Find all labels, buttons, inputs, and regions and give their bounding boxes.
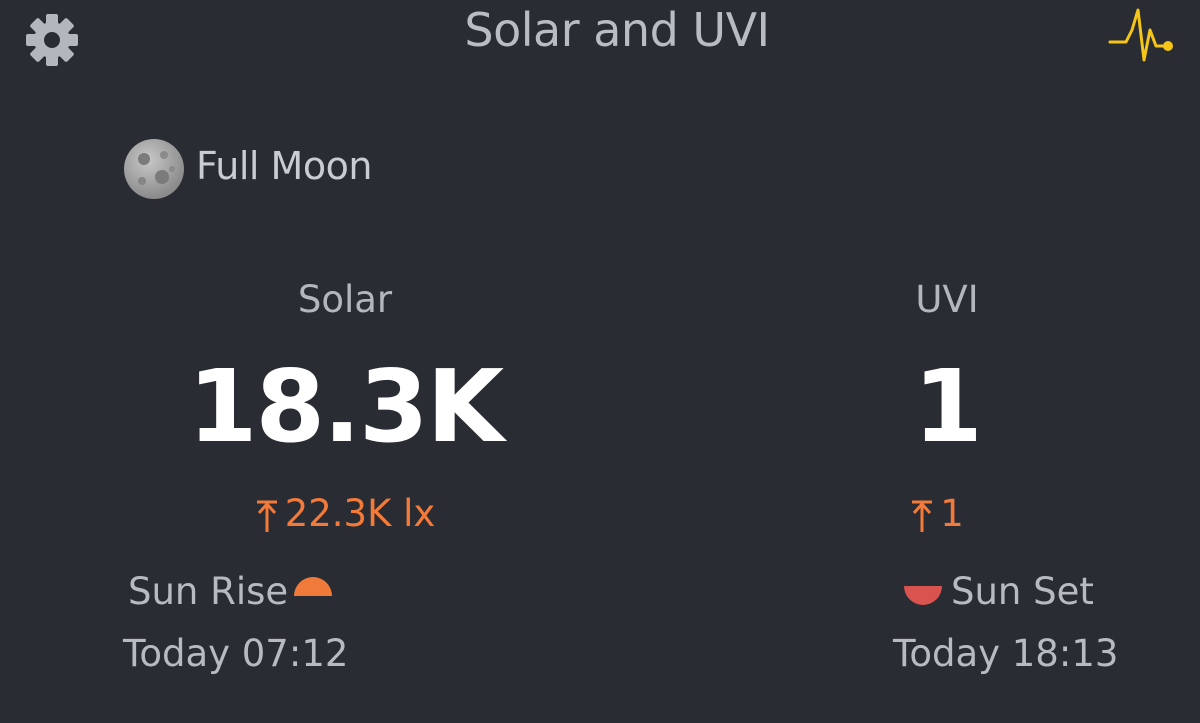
sunrise-label: Sun Rise: [128, 570, 289, 613]
sunrise-time: Today 07:12: [123, 632, 349, 675]
activity-button[interactable]: [1108, 2, 1176, 64]
sunset-time: Today 18:13: [893, 632, 1119, 675]
moon-phase-label: Full Moon: [196, 144, 372, 188]
max-arrow-icon: [256, 500, 277, 532]
solar-label: Solar: [297, 278, 393, 321]
page-title: Solar and UVI: [464, 3, 770, 57]
uvi-label: UVI: [915, 278, 979, 321]
pulse-chart-icon: [1108, 8, 1173, 62]
sunset-icon: [903, 585, 943, 607]
solar-max-row: 22.3K lx: [195, 490, 495, 538]
max-arrow-icon: [912, 500, 933, 532]
sunset-label: Sun Set: [951, 570, 1094, 613]
full-moon-icon: [122, 137, 186, 201]
solar-max-value: 22.3K lx: [284, 492, 436, 535]
sunrise-icon: [293, 575, 333, 597]
uvi-max-row: 1: [847, 490, 1027, 538]
solar-value: 18.3K: [187, 348, 504, 465]
uvi-value: 1: [913, 348, 983, 465]
uvi-max-value: 1: [940, 492, 964, 535]
